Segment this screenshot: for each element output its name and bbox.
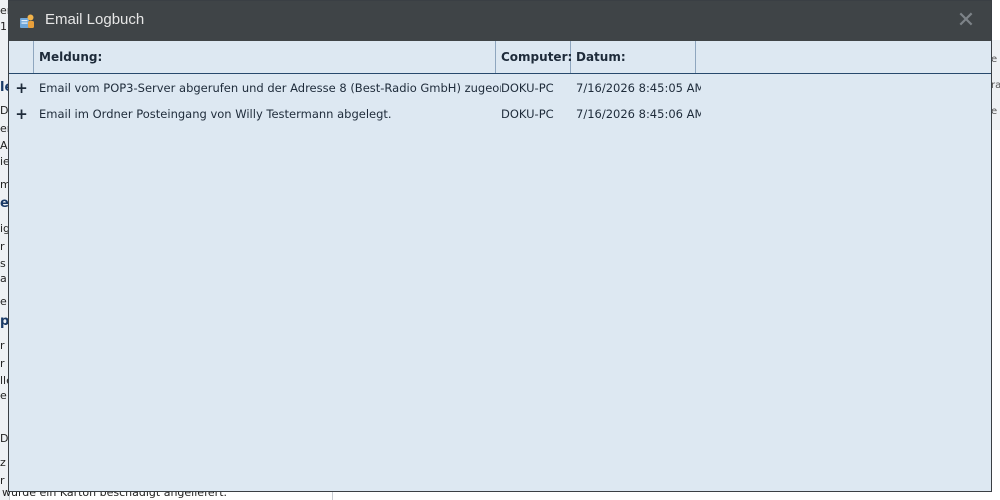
header-expander-column: [9, 41, 34, 73]
row-message: Email vom POP3-Server abgerufen und der …: [39, 81, 501, 95]
expand-icon[interactable]: +: [9, 101, 34, 127]
header-message[interactable]: Meldung:: [34, 41, 496, 73]
close-button[interactable]: ✕: [955, 9, 977, 33]
background-text-fragment: e: [991, 54, 998, 65]
dialog-title: Email Logbuch: [45, 11, 145, 28]
email-log-icon: [19, 13, 35, 29]
dialog-titlebar[interactable]: Email Logbuch ✕: [9, 1, 991, 41]
row-message: Email im Ordner Posteingang von Willy Te…: [39, 107, 392, 121]
row-computer: DOKU-PC: [501, 81, 554, 95]
grid-header: Meldung: Computer: Datum:: [9, 41, 991, 74]
header-date[interactable]: Datum:: [571, 41, 696, 73]
row-date: 7/16/2026 8:45:05 AM: [576, 81, 701, 95]
background-text-fragment: ra: [991, 80, 1000, 91]
log-grid: Meldung: Computer: Datum: + Email vom PO…: [9, 41, 991, 491]
email-logbook-dialog: Email Logbuch ✕ Meldung: Computer: Datum…: [8, 0, 992, 492]
row-date: 7/16/2026 8:45:06 AM: [576, 107, 701, 121]
row-computer: DOKU-PC: [501, 107, 554, 121]
background-text-fragment: e: [991, 106, 998, 117]
table-row[interactable]: + Email vom POP3-Server abgerufen und de…: [9, 75, 991, 101]
table-row[interactable]: + Email im Ordner Posteingang von Willy …: [9, 101, 991, 127]
expand-icon[interactable]: +: [9, 75, 34, 101]
header-computer[interactable]: Computer:: [496, 41, 572, 73]
